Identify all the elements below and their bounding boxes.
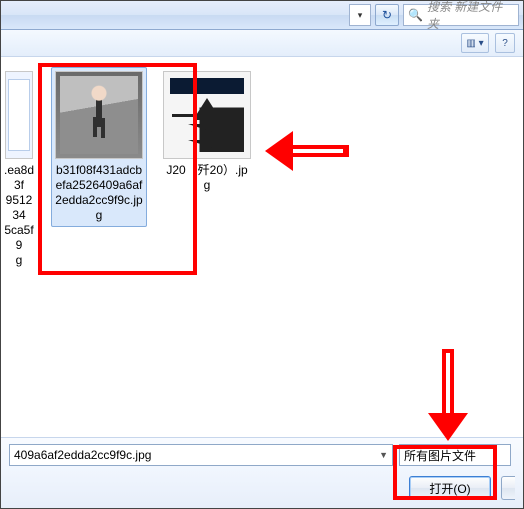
open-button[interactable]: 打开(O) [409,476,491,500]
file-thumbnail [55,71,143,159]
file-tile[interactable]: J20（歼20）.jpg [159,67,255,197]
address-toolbar: ▾ ↻ 🔍 搜索 新建文件夹 [1,1,523,30]
file-name-label: b31f08f431adcbefa2526409a6af2edda2cc9f9c… [55,163,143,223]
file-list-pane[interactable]: .ea8d3f 951234 5ca5f9 g b31f08f431adcbef… [1,57,523,424]
address-dropdown[interactable]: ▾ [349,4,371,26]
search-placeholder: 搜索 新建文件夹 [427,0,514,32]
help-icon: ? [502,38,508,49]
refresh-icon: ↻ [382,8,392,22]
refresh-button[interactable]: ↻ [375,4,399,26]
cancel-button-partial[interactable] [501,476,515,500]
file-tile[interactable]: .ea8d3f 951234 5ca5f9 g [1,67,39,272]
file-name-label: .ea8d3f 951234 5ca5f9 g [3,163,35,268]
search-icon: 🔍 [408,8,423,22]
dialog-bottom-panel: 409a6af2edda2cc9f9c.jpg ▼ 所有图片文件 打开(O) [1,437,523,508]
file-thumbnail [5,71,33,159]
filename-value: 409a6af2edda2cc9f9c.jpg [14,448,151,462]
help-button[interactable]: ? [495,33,515,53]
file-type-filter[interactable]: 所有图片文件 [399,444,511,466]
open-button-label: 打开(O) [429,480,470,497]
filter-label: 所有图片文件 [404,447,476,464]
chevron-down-icon: ▾ [358,10,363,21]
file-thumbnail [163,71,251,159]
chevron-down-icon: ▼ [379,450,388,460]
view-toolbar: ▥ ▾ ? [1,30,523,57]
view-mode-icon: ▥ ▾ [466,38,483,49]
file-name-label: J20（歼20）.jpg [163,163,251,193]
filename-combo[interactable]: 409a6af2edda2cc9f9c.jpg ▼ [9,444,393,466]
search-input[interactable]: 🔍 搜索 新建文件夹 [403,4,519,26]
view-mode-button[interactable]: ▥ ▾ [461,33,489,53]
file-tile-selected[interactable]: b31f08f431adcbefa2526409a6af2edda2cc9f9c… [51,67,147,227]
